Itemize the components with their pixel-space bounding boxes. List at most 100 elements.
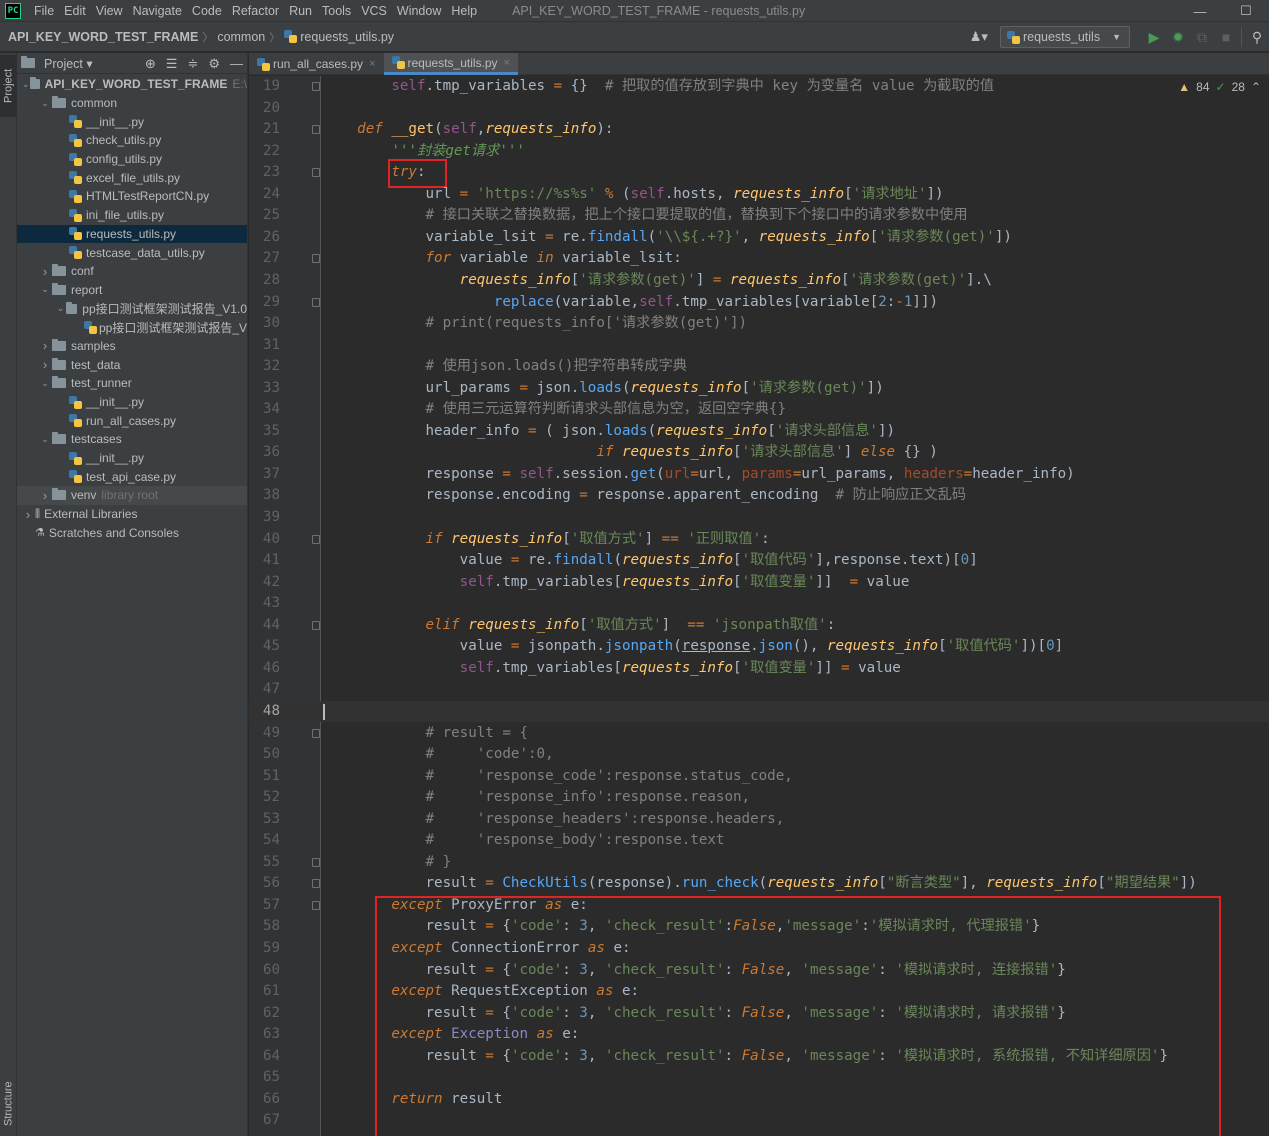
fold-marker-icon[interactable] (312, 879, 320, 889)
fold-marker-icon[interactable] (312, 620, 320, 630)
tree-item[interactable]: testcase_data_utils.py (17, 243, 247, 262)
chevron-right-icon[interactable]: › (21, 507, 35, 522)
chevron-down-icon[interactable]: ⌄ (38, 284, 52, 295)
editor-tab[interactable]: requests_utils.py × (383, 53, 518, 75)
menu-window[interactable]: Window (392, 0, 446, 22)
tree-item[interactable]: › venv library root (17, 486, 247, 505)
hide-panel-icon[interactable]: — (230, 56, 243, 71)
code-token: : (861, 918, 870, 935)
menu-view[interactable]: View (91, 0, 128, 22)
tree-item[interactable]: › conf (17, 262, 247, 281)
tree-item[interactable]: ⌄ common (17, 94, 247, 113)
tree-item[interactable]: pp接口测试框架测试报告_V (17, 318, 247, 337)
tree-item[interactable]: __init__.py (17, 393, 247, 412)
code-token: re. (519, 552, 554, 569)
code-token: { (493, 918, 511, 935)
user-icon[interactable]: ♟▾ (970, 29, 988, 45)
tree-item[interactable]: ⌄ report (17, 281, 247, 300)
menu-tools[interactable]: Tools (317, 0, 356, 22)
fold-marker-icon[interactable] (312, 168, 320, 178)
locate-file-icon[interactable]: ⊕ (145, 56, 156, 72)
code-token: json (758, 638, 793, 655)
code-text: elif requests_info['取值方式'] == 'jsonpath取… (323, 615, 836, 637)
menu-run[interactable]: Run (284, 0, 317, 22)
code-editor[interactable]: ▲ 84 ✓ 28 ⌃ 19 self.tmp_variables = {} # 把… (249, 76, 1269, 1136)
tree-item[interactable]: ⌄ API_KEY_WORD_TEST_FRAME E:\ (17, 75, 247, 94)
structure-tool-window-tab[interactable]: Structure (0, 1074, 17, 1134)
tree-item[interactable]: ⚗ Scratches and Consoles (17, 524, 247, 543)
code-token: , (587, 1004, 605, 1021)
project-view-select[interactable]: Project ▾ (44, 56, 93, 71)
debug-icon[interactable]: ✹ (1166, 29, 1190, 46)
chevron-down-icon[interactable]: ⌄ (38, 98, 52, 109)
run-configuration-select[interactable]: requests_utils ▼ (999, 26, 1130, 48)
tree-item[interactable]: › samples (17, 337, 247, 356)
tree-item[interactable]: run_all_cases.py (17, 411, 247, 430)
close-tab-icon[interactable]: × (504, 57, 510, 69)
chevron-down-icon[interactable]: ⌄ (21, 79, 30, 90)
code-token: } (1159, 1047, 1169, 1064)
minimize-button[interactable]: — (1177, 0, 1223, 22)
tree-item[interactable]: › test_data (17, 355, 247, 374)
menu-help[interactable]: Help (446, 0, 482, 22)
breadcrumb-project[interactable]: API_KEY_WORD_TEST_FRAME (0, 30, 202, 44)
code-token: self (519, 465, 554, 482)
breadcrumb-file[interactable]: requests_utils.py (280, 30, 398, 44)
fold-marker-icon[interactable] (312, 534, 320, 544)
maximize-button[interactable]: ☐ (1223, 0, 1269, 22)
close-tab-icon[interactable]: × (369, 58, 375, 70)
search-icon[interactable]: ⚲ (1245, 29, 1269, 46)
settings-gear-icon[interactable]: ⚙ (208, 56, 220, 72)
menu-vcs[interactable]: VCS (356, 0, 392, 22)
tree-item[interactable]: __init__.py (17, 112, 247, 131)
code-token: ]) (866, 379, 884, 396)
expand-all-icon[interactable]: ≑ (187, 56, 198, 72)
chevron-down-icon[interactable]: ⌄ (55, 303, 66, 314)
project-tool-window-tab[interactable]: Project (0, 55, 17, 117)
fold-marker-icon[interactable] (312, 254, 320, 264)
fold-marker-icon[interactable] (312, 82, 320, 91)
tree-item[interactable]: config_utils.py (17, 150, 247, 169)
tree-item[interactable]: excel_file_utils.py (17, 168, 247, 187)
tree-item[interactable]: requests_utils.py (17, 224, 247, 244)
line-number: 37 (262, 465, 280, 482)
menu-navigate[interactable]: Navigate (128, 0, 187, 22)
tree-item[interactable]: ⌄ testcases (17, 430, 247, 449)
chevron-right-icon[interactable]: › (38, 488, 52, 503)
breadcrumb-folder[interactable]: common (213, 30, 269, 44)
tree-item[interactable]: › ⫼ External Libraries (17, 505, 247, 524)
menu-code[interactable]: Code (187, 0, 227, 22)
code-text: # result = { (323, 723, 529, 745)
fold-marker-icon[interactable] (312, 857, 320, 867)
line-number: 51 (262, 767, 280, 784)
collapse-all-icon[interactable]: ☰ (166, 56, 178, 72)
tree-item[interactable]: ⌄ test_runner (17, 374, 247, 393)
tree-item[interactable]: __init__.py (17, 449, 247, 468)
chevron-right-icon[interactable]: › (38, 357, 52, 372)
code-token: response (323, 465, 503, 482)
menu-edit[interactable]: Edit (59, 0, 91, 22)
fold-marker-icon[interactable] (312, 728, 320, 738)
chevron-down-icon[interactable]: ⌄ (38, 378, 52, 389)
run-icon[interactable]: ▶ (1142, 29, 1166, 46)
code-text: if requests_info['取值方式'] == '正则取值': (323, 529, 770, 551)
fold-marker-icon[interactable] (312, 125, 320, 135)
code-token: value (323, 638, 511, 655)
tree-item[interactable]: test_api_case.py (17, 467, 247, 486)
chevron-down-icon[interactable]: ⌄ (38, 434, 52, 445)
stop-icon[interactable]: ■ (1214, 29, 1238, 45)
editor-tab[interactable]: run_all_cases.py × (249, 53, 384, 75)
menu-file[interactable]: File (29, 0, 59, 22)
tree-item[interactable]: check_utils.py (17, 131, 247, 150)
chevron-right-icon[interactable]: › (38, 264, 52, 279)
chevron-right-icon[interactable]: › (38, 338, 52, 353)
tree-item[interactable]: ⌄ pp接口测试框架测试报告_V1.0 (17, 299, 247, 318)
code-text: result = CheckUtils(response).run_check(… (323, 873, 1196, 895)
fold-marker-icon[interactable] (312, 297, 320, 307)
tree-item[interactable]: HTMLTestReportCN.py (17, 187, 247, 206)
fold-marker-icon[interactable] (312, 900, 320, 910)
coverage-icon[interactable]: ⧉ (1190, 29, 1214, 46)
menu-refactor[interactable]: Refactor (227, 0, 284, 22)
tree-item[interactable]: ini_file_utils.py (17, 206, 247, 225)
